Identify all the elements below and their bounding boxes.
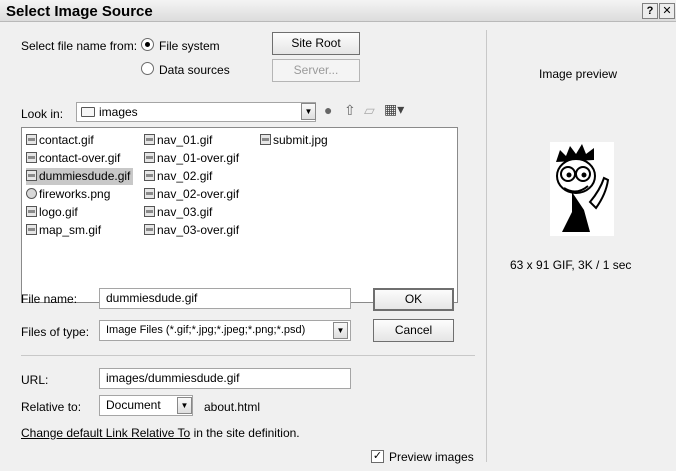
gif-file-icon: [144, 206, 155, 217]
file-item-label: map_sm.gif: [39, 223, 102, 237]
preview-info: 63 x 91 GIF, 3K / 1 sec: [510, 258, 632, 272]
dummies-guy-icon: [556, 144, 610, 232]
change-default-link[interactable]: Change default Link Relative To: [21, 426, 190, 440]
cancel-button[interactable]: Cancel: [373, 319, 454, 342]
file-name-label: File name:: [21, 292, 78, 306]
link-note: Change default Link Relative To in the s…: [21, 426, 300, 440]
ok-button[interactable]: OK: [373, 288, 454, 311]
back-icon[interactable]: ●: [324, 102, 332, 118]
dialog-title: Select Image Source: [6, 3, 153, 20]
file-item[interactable]: nav_01.gif: [144, 132, 215, 149]
file-item[interactable]: nav_03.gif: [144, 204, 215, 221]
data-sources-radio-label[interactable]: Data sources: [159, 63, 230, 77]
up-folder-icon[interactable]: ⇧: [344, 102, 356, 119]
gif-file-icon: [26, 170, 37, 181]
url-input[interactable]: images/dummiesdude.gif: [99, 368, 351, 389]
site-root-button[interactable]: Site Root: [272, 32, 360, 55]
view-menu-icon[interactable]: ▦▾: [384, 101, 404, 118]
relative-to-label: Relative to:: [21, 400, 82, 414]
file-item-label: nav_03-over.gif: [157, 223, 240, 237]
file-item-label: nav_02.gif: [157, 169, 213, 183]
file-item-label: nav_01-over.gif: [157, 151, 240, 165]
dialog-body: Select file name from: File system Data …: [0, 22, 676, 471]
file-item-label: contact-over.gif: [39, 151, 121, 165]
files-of-type-label: Files of type:: [21, 325, 90, 339]
link-note-suffix: in the site definition.: [190, 426, 300, 440]
look-in-label: Look in:: [21, 107, 64, 121]
file-item-label: nav_01.gif: [157, 133, 213, 147]
files-of-type-select[interactable]: Image Files (*.gif;*.jpg;*.jpeg;*.png;*.…: [99, 320, 351, 341]
file-item-label: fireworks.png: [39, 187, 111, 201]
title-bar: Select Image Source ? ✕: [0, 0, 676, 22]
url-label: URL:: [21, 373, 49, 387]
gif-file-icon: [144, 152, 155, 163]
jpg-file-icon: [260, 134, 271, 145]
file-item[interactable]: contact.gif: [26, 132, 97, 149]
preview-heading: Image preview: [539, 67, 618, 81]
gif-file-icon: [26, 206, 37, 217]
gif-file-icon: [26, 224, 37, 235]
file-system-radio-label[interactable]: File system: [159, 39, 220, 53]
file-item[interactable]: nav_02-over.gif: [144, 186, 242, 203]
files-of-type-dropdown-arrow[interactable]: ▼: [333, 322, 348, 339]
file-item-label: submit.jpg: [273, 133, 328, 147]
file-list[interactable]: contact.gif contact-over.gif dummiesdude.g…: [21, 127, 458, 303]
folder-icon: [81, 107, 95, 117]
file-item-label: nav_02-over.gif: [157, 187, 240, 201]
gif-file-icon: [144, 224, 155, 235]
file-item[interactable]: contact-over.gif: [26, 150, 123, 167]
data-sources-radio[interactable]: [141, 62, 154, 75]
server-button[interactable]: Server...: [272, 59, 360, 82]
file-item-label: nav_03.gif: [157, 205, 213, 219]
file-system-radio[interactable]: [141, 38, 154, 51]
file-name-input[interactable]: dummiesdude.gif: [99, 288, 351, 309]
new-folder-icon[interactable]: ▱: [364, 102, 375, 119]
close-icon[interactable]: ✕: [659, 3, 675, 19]
preview-divider: [486, 30, 487, 462]
image-preview: [550, 142, 614, 236]
gif-file-icon: [144, 188, 155, 199]
divider: [21, 355, 475, 356]
file-item-label: contact.gif: [39, 133, 94, 147]
file-item[interactable]: nav_03-over.gif: [144, 222, 242, 239]
file-item[interactable]: dummiesdude.gif: [26, 168, 134, 185]
file-item[interactable]: logo.gif: [26, 204, 81, 221]
file-item[interactable]: fireworks.png: [26, 186, 113, 203]
preview-images-checkbox[interactable]: ✓: [371, 450, 384, 463]
look-in-value: images: [99, 105, 138, 119]
file-item-label: logo.gif: [39, 205, 78, 219]
source-label: Select file name from:: [21, 39, 138, 53]
file-item[interactable]: map_sm.gif: [26, 222, 104, 239]
file-item-label: dummiesdude.gif: [39, 169, 131, 183]
gif-file-icon: [144, 170, 155, 181]
gif-file-icon: [26, 152, 37, 163]
gif-file-icon: [144, 134, 155, 145]
preview-images-label[interactable]: Preview images: [389, 450, 474, 464]
fireworks-png-icon: [26, 188, 37, 199]
relative-file-name: about.html: [204, 400, 261, 414]
file-item[interactable]: nav_01-over.gif: [144, 150, 242, 167]
look-in-dropdown-arrow[interactable]: ▼: [301, 103, 316, 120]
file-item[interactable]: submit.jpg: [260, 132, 331, 149]
help-icon[interactable]: ?: [642, 3, 658, 19]
file-item[interactable]: nav_02.gif: [144, 168, 215, 185]
look-in-select[interactable]: images: [76, 102, 316, 122]
relative-to-dropdown-arrow[interactable]: ▼: [177, 397, 192, 414]
gif-file-icon: [26, 134, 37, 145]
